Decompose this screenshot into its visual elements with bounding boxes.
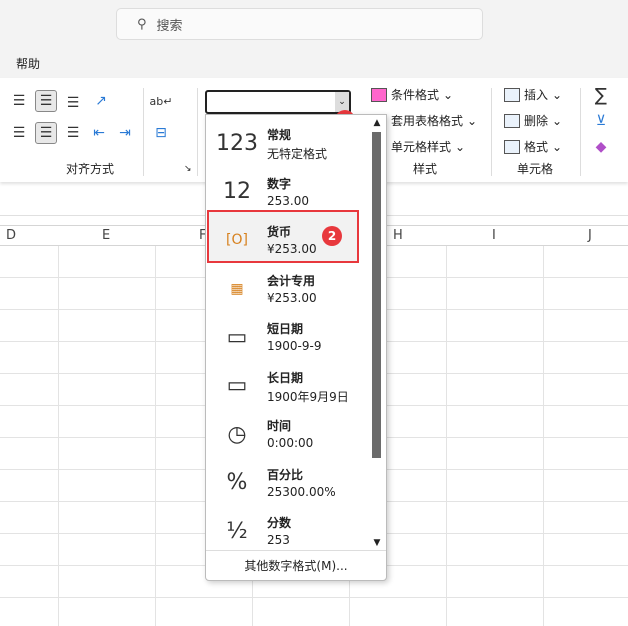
delete-icon	[504, 113, 520, 128]
format-item-short-date[interactable]: ▭ 短日期 1900-9-9	[207, 312, 369, 361]
wrap-text-icon[interactable]: ab↵	[150, 90, 173, 112]
insert-button[interactable]: 插入 ⌄	[504, 86, 562, 103]
insert-icon	[504, 87, 520, 102]
search-box[interactable]: ⚲ 搜索	[116, 8, 483, 40]
conditional-format-icon	[371, 87, 387, 102]
autosum-icon[interactable]: ∑	[590, 84, 612, 106]
increase-indent-icon[interactable]: ⇥	[114, 122, 136, 144]
tab-help[interactable]: 帮助	[16, 55, 40, 72]
format-button[interactable]: 格式 ⌄	[504, 138, 562, 155]
column-header[interactable]: H	[393, 228, 403, 243]
more-number-formats[interactable]: 其他数字格式(M)...	[206, 550, 386, 580]
step-badge-2: 2	[322, 226, 342, 246]
general-icon: 123	[216, 130, 258, 156]
cell-styles-button[interactable]: 单元格样式 ⌄	[391, 138, 465, 155]
currency-icon: [O]	[226, 232, 248, 248]
fraction-icon: ½	[226, 518, 248, 544]
delete-button[interactable]: 删除 ⌄	[504, 112, 562, 129]
chevron-down-icon[interactable]: ⌄	[335, 92, 349, 112]
number-format-combo[interactable]: ⌄	[205, 90, 351, 114]
scroll-down-icon[interactable]: ▼	[370, 538, 384, 548]
decrease-indent-icon[interactable]: ⇤	[88, 122, 110, 144]
align-top-icon[interactable]: ☰	[8, 90, 30, 112]
time-icon: ◷	[227, 421, 247, 447]
format-item-currency[interactable]: [O] 货币 ¥253.00	[207, 215, 369, 264]
column-header[interactable]: E	[102, 228, 110, 243]
align-center-icon[interactable]: ☰	[35, 122, 57, 144]
column-header[interactable]: D	[6, 228, 16, 243]
long-date-icon: ▭	[226, 373, 248, 398]
column-header[interactable]: J	[588, 228, 592, 243]
align-bottom-icon[interactable]: ☰	[62, 92, 84, 114]
short-date-icon: ▭	[226, 324, 248, 350]
merge-center-icon[interactable]: ⊟	[150, 122, 172, 144]
group-label-alignment: 对齐方式	[66, 162, 115, 176]
format-item-fraction[interactable]: ½ 分数 253	[207, 506, 369, 555]
group-label-cells: 单元格	[517, 162, 554, 176]
accounting-icon: ▦	[230, 280, 244, 297]
format-icon	[504, 139, 520, 154]
align-middle-icon[interactable]: ☰	[35, 90, 57, 112]
column-header[interactable]: I	[492, 228, 496, 243]
format-item-long-date[interactable]: ▭ 长日期 1900年9月9日	[207, 361, 369, 410]
group-label-styles: 样式	[413, 162, 438, 176]
table-format-button[interactable]: 套用表格格式 ⌄	[391, 112, 477, 129]
orientation-icon[interactable]: ↗	[90, 90, 112, 112]
format-item-accounting[interactable]: ▦ 会计专用 ¥253.00	[207, 264, 369, 313]
clear-icon[interactable]: ◆	[590, 136, 612, 158]
scrollbar-thumb[interactable]	[372, 132, 381, 458]
format-item-time[interactable]: ◷ 时间 0:00:00	[207, 409, 369, 458]
format-item-general[interactable]: 123 常规 无特定格式	[207, 118, 369, 167]
align-left-icon[interactable]: ☰	[8, 122, 30, 144]
number-icon: 12	[223, 179, 251, 204]
dialog-launcher-icon[interactable]: ↘	[184, 164, 192, 174]
format-item-number[interactable]: 12 数字 253.00	[207, 167, 369, 216]
format-item-percent[interactable]: % 百分比 25300.00%	[207, 458, 369, 507]
conditional-format-button[interactable]: 条件格式 ⌄	[371, 86, 453, 103]
scroll-up-icon[interactable]: ▲	[370, 118, 384, 128]
percent-icon: %	[226, 470, 248, 495]
fill-icon[interactable]: ⊻	[590, 110, 612, 132]
search-icon: ⚲	[137, 16, 147, 32]
align-right-icon[interactable]: ☰	[62, 122, 84, 144]
